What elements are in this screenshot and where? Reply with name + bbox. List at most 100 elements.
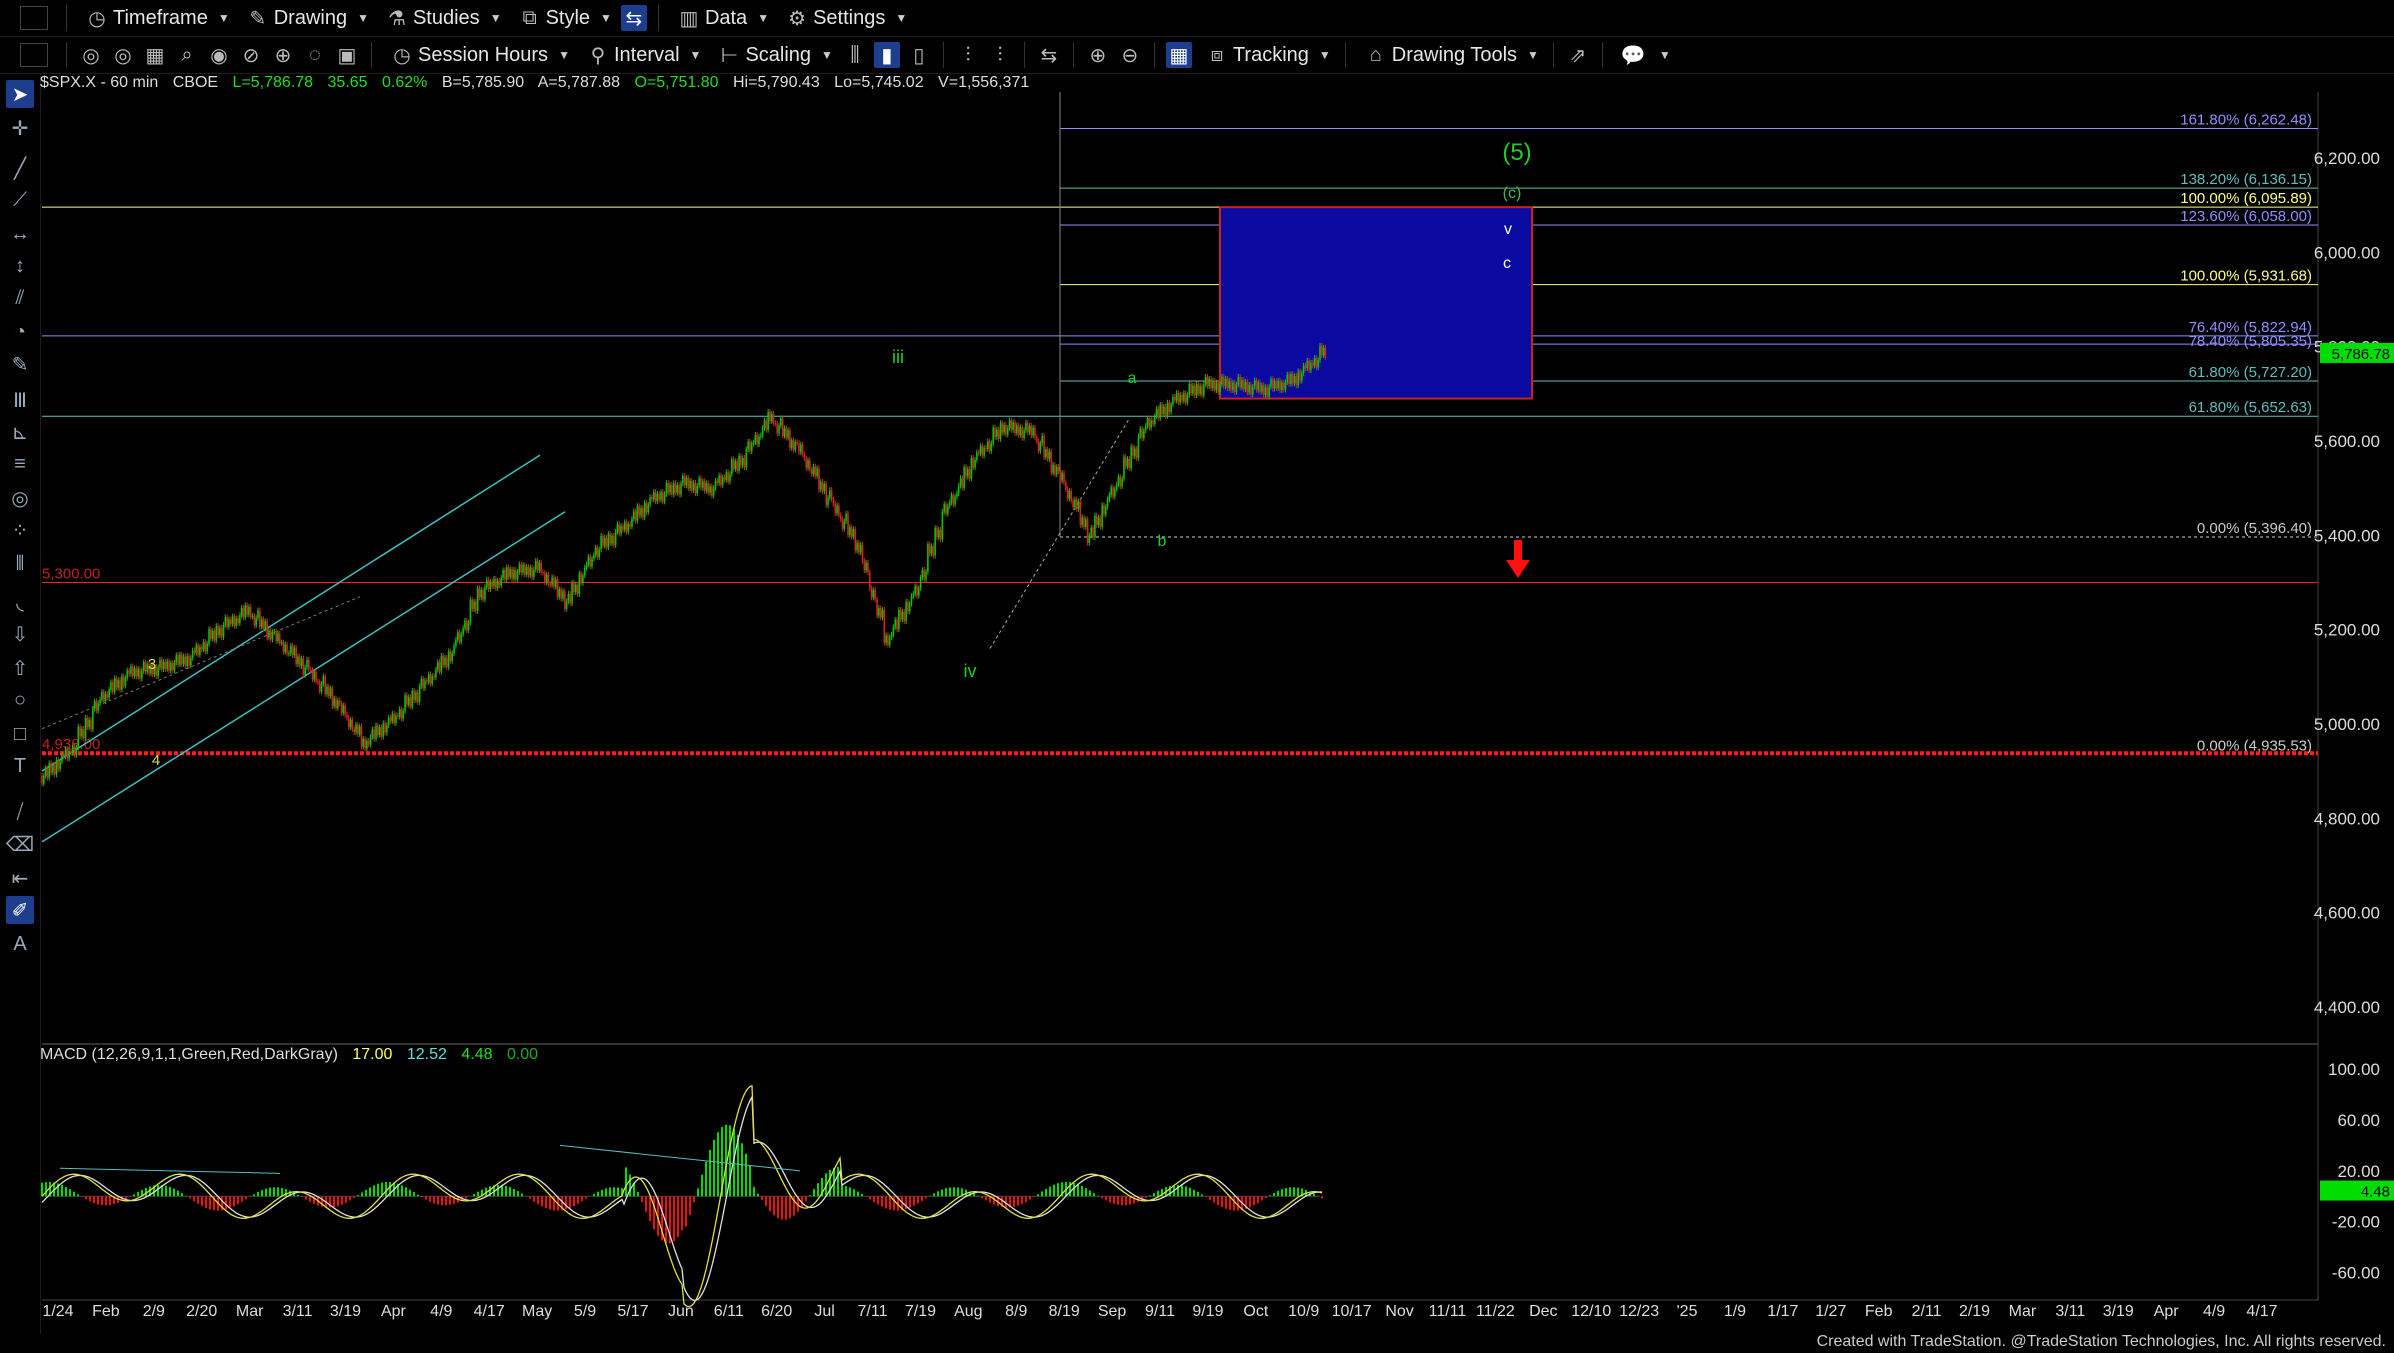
candle-body [90,719,92,730]
fib-level-label: 0.00% (5,396.40) [2197,520,2312,537]
date-tick-label: 12/10 [1571,1303,1611,1320]
candle-body [113,678,116,692]
candle-body [1213,380,1216,391]
candle-body [1244,381,1247,390]
candle-body [905,601,907,622]
candle-body [1041,435,1044,444]
candle-body [1010,420,1013,430]
candle-body [282,642,285,652]
candle-body [240,607,243,616]
wave-label: v [1504,221,1512,238]
date-tick-label: 6/11 [714,1303,744,1320]
candle-body [1017,425,1020,435]
last-price-label: 5,786.78 [2332,346,2390,363]
candle-body [611,535,613,544]
date-tick-label: 2/9 [143,1303,165,1320]
candle-body [841,519,844,529]
candle-body [342,705,345,713]
candle-body [1226,378,1229,389]
candle-body [1322,347,1325,356]
candle-body [1170,404,1172,413]
candle-body [1090,527,1093,536]
date-tick-label: 10/17 [1332,1303,1372,1320]
candle-body [789,430,791,448]
candle-body [1121,478,1123,487]
candle-body [667,482,670,493]
candle-body [1186,395,1189,403]
candle-body [360,726,363,747]
candle-body [600,536,602,550]
candle-body [565,601,568,609]
macd-tick-label: 60.00 [2337,1111,2380,1130]
candle-body [1059,471,1062,481]
candle-body [157,667,159,677]
candle-body [1021,427,1024,438]
candle-body [745,449,748,468]
candle-body [1193,385,1196,396]
candle-body [59,761,61,770]
candle-body [965,467,967,477]
candle-body [70,750,72,754]
candle-body [315,671,317,682]
date-tick-label: 6/20 [761,1303,792,1320]
candle-body [130,666,132,675]
candle-body [564,591,566,609]
candle-body [304,667,307,675]
candle-body [879,607,882,618]
candle-body [431,676,434,684]
candle-body [1175,392,1178,401]
candle-body [671,484,673,495]
candle-body [1114,489,1116,497]
candle-body [631,518,633,527]
candle-body [589,556,592,567]
candle-body [741,457,744,466]
candle-body [53,765,56,775]
candle-body [102,691,105,702]
candle-body [676,485,679,493]
candle-body [609,533,611,544]
high-price: Hi=5,790.43 [732,74,820,91]
date-tick-label: Mar [236,1303,264,1320]
price-chart[interactable]: 6,200.006,000.005,800.005,600.005,400.00… [0,0,2394,1353]
candle-body [211,631,214,639]
candle-body [242,607,245,618]
candle-body [976,452,978,460]
candle-body [1166,402,1169,417]
candle-body [433,676,435,678]
date-tick-label: 7/19 [905,1303,936,1320]
candle-body [266,621,268,638]
candle-body [625,522,628,532]
candle-body [1088,535,1091,543]
candle-body [1104,507,1107,515]
fib-level-label: 78.40% (5,805.35) [2189,333,2312,350]
candle-body [1250,384,1252,395]
candle-body [162,661,165,670]
date-tick-label: 2/11 [1912,1303,1942,1320]
candle-body [340,703,343,713]
candle-body [959,478,962,486]
candle-body [208,629,210,644]
candle-body [179,654,181,665]
candle-body [598,549,601,558]
macd-tick-label: -60.00 [2332,1264,2380,1283]
candle-body [685,477,688,486]
bearish-arrow-head [1506,560,1530,578]
macd-value: 17.00 [352,1046,393,1063]
candle-body [300,658,303,666]
date-tick-label: Apr [381,1303,407,1320]
candle-body [1208,378,1211,387]
candle-body [406,695,408,705]
candle-body [770,413,773,422]
candle-body [485,579,488,588]
candle-body [229,619,232,625]
candle-body [476,588,479,612]
candle-body [718,475,720,483]
candle-body [257,610,259,618]
candle-body [781,418,784,436]
candle-body [623,522,626,530]
bearish-arrow-shaft [1514,540,1522,560]
candle-body [603,537,606,546]
candle-body [612,535,615,546]
candle-body [46,768,49,778]
candle-body [992,427,995,444]
